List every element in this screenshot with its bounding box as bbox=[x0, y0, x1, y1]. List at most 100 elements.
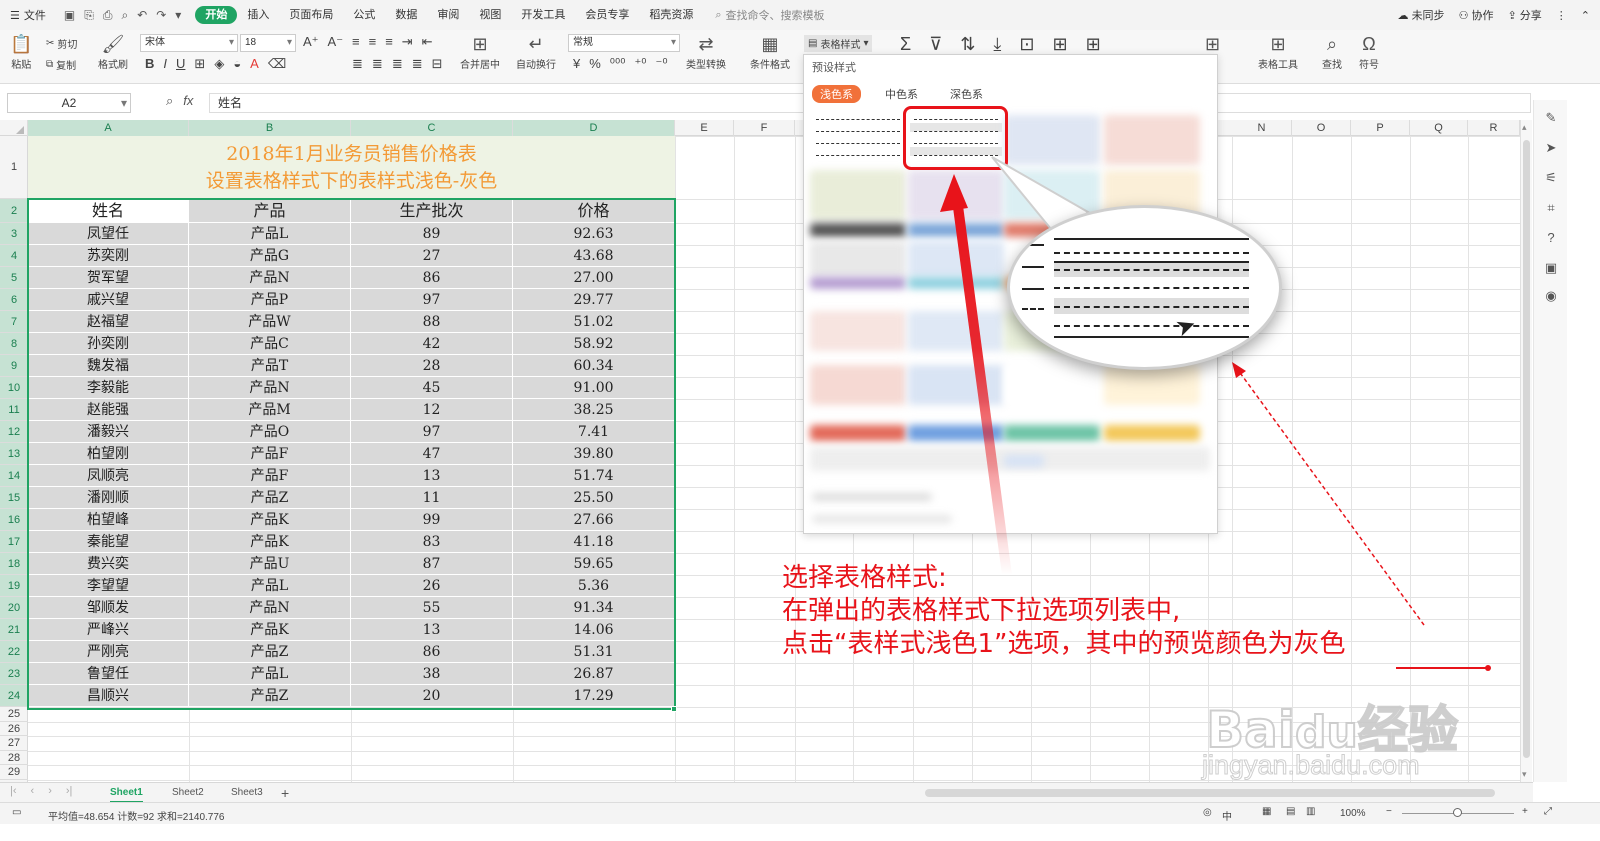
select-all-corner[interactable] bbox=[0, 120, 28, 136]
row-header[interactable]: 1 bbox=[0, 136, 28, 199]
tab-formulas[interactable]: 公式 bbox=[343, 0, 385, 30]
table-cell[interactable]: 戚兴望 bbox=[28, 289, 189, 311]
row-header[interactable]: 24 bbox=[0, 685, 28, 707]
number-format-select[interactable]: 常规 bbox=[568, 34, 680, 52]
column-header-d[interactable]: D bbox=[513, 120, 675, 136]
row-header[interactable]: 20 bbox=[0, 597, 28, 619]
row-header[interactable]: 8 bbox=[0, 333, 28, 355]
tab-review[interactable]: 审阅 bbox=[427, 0, 469, 30]
style-swatch-blurred[interactable] bbox=[908, 223, 1004, 237]
style-swatch-blurred[interactable] bbox=[1004, 115, 1100, 165]
style-swatch-none[interactable] bbox=[810, 111, 906, 163]
style-swatch-blurred[interactable] bbox=[812, 515, 952, 523]
style-swatch-blurred[interactable] bbox=[810, 425, 906, 441]
undo-icon[interactable]: ↶ bbox=[137, 8, 147, 23]
table-cell[interactable]: 产品G bbox=[189, 245, 351, 267]
table-cell[interactable]: 贺军望 bbox=[28, 267, 189, 289]
table-cell[interactable]: 产品M bbox=[189, 399, 351, 421]
style-swatch-blurred[interactable] bbox=[1004, 425, 1100, 441]
style-swatch-blurred[interactable] bbox=[810, 170, 906, 220]
table-cell[interactable]: 产品Z bbox=[189, 487, 351, 509]
align-middle-icon[interactable]: ≡ bbox=[369, 34, 377, 50]
table-cell[interactable]: 赵福望 bbox=[28, 311, 189, 333]
row-header[interactable]: 9 bbox=[0, 355, 28, 377]
column-header-c[interactable]: C bbox=[351, 120, 513, 136]
table-cell[interactable]: 51.74 bbox=[513, 465, 675, 487]
table-cell[interactable]: 产品L bbox=[189, 575, 351, 597]
shading-icon[interactable]: ◒ bbox=[233, 56, 241, 72]
zoom-icon[interactable]: ⌕ bbox=[166, 93, 173, 109]
sync-button[interactable]: ☁ 未同步 bbox=[1398, 7, 1445, 23]
horizontal-scroll-thumb[interactable] bbox=[925, 789, 1495, 797]
table-cell[interactable]: 12 bbox=[351, 399, 513, 421]
style-swatch-blurred[interactable] bbox=[908, 277, 1004, 289]
share-button[interactable]: ⇪ 分享 bbox=[1508, 7, 1542, 23]
style-swatch-blurred[interactable] bbox=[908, 311, 1004, 351]
row-header[interactable]: 17 bbox=[0, 531, 28, 553]
table-cell[interactable]: 86 bbox=[351, 267, 513, 289]
scroll-up-icon[interactable]: ▴ bbox=[1522, 122, 1527, 133]
table-cell[interactable]: 91.34 bbox=[513, 597, 675, 619]
column-header-f[interactable]: F bbox=[734, 120, 795, 136]
justify-icon[interactable]: ≣ bbox=[412, 56, 423, 72]
table-cell[interactable]: 严刚亮 bbox=[28, 641, 189, 663]
fx-icon[interactable]: fx bbox=[183, 93, 193, 109]
table-cell[interactable]: 28 bbox=[351, 355, 513, 377]
table-cell[interactable]: 产品O bbox=[189, 421, 351, 443]
symbol-button[interactable]: Ω 符号 bbox=[1359, 32, 1379, 71]
table-cell[interactable]: 产品P bbox=[189, 289, 351, 311]
table-cell[interactable]: 昌顺兴 bbox=[28, 685, 189, 707]
row-header[interactable]: 13 bbox=[0, 443, 28, 465]
row-header[interactable]: 6 bbox=[0, 289, 28, 311]
style-swatch-blurred[interactable] bbox=[908, 170, 1004, 220]
eye-icon[interactable]: ◎ bbox=[1203, 807, 1212, 818]
table-cell[interactable]: 45 bbox=[351, 377, 513, 399]
add-sheet-icon[interactable]: + bbox=[281, 783, 289, 803]
row-header[interactable]: 22 bbox=[0, 641, 28, 663]
currency-icon[interactable]: ¥ bbox=[573, 56, 580, 72]
sheet-tab-sheet3[interactable]: Sheet3 bbox=[231, 783, 263, 803]
first-sheet-icon[interactable]: |‹ bbox=[10, 785, 17, 797]
row-header[interactable]: 4 bbox=[0, 245, 28, 267]
table-cell[interactable]: 邹顺发 bbox=[28, 597, 189, 619]
row-header[interactable]: 23 bbox=[0, 663, 28, 685]
input-language[interactable]: 中 bbox=[1222, 808, 1232, 823]
table-cell[interactable]: 柏望峰 bbox=[28, 509, 189, 531]
crop-icon[interactable]: ⌗ bbox=[1543, 200, 1559, 216]
row-header[interactable]: 12 bbox=[0, 421, 28, 443]
table-cell[interactable]: 产品W bbox=[189, 311, 351, 333]
table-cell[interactable]: 产品F bbox=[189, 465, 351, 487]
increase-font-icon[interactable]: A⁺ bbox=[303, 34, 319, 50]
row-header[interactable]: 3 bbox=[0, 223, 28, 245]
style-swatch-blurred[interactable] bbox=[812, 493, 932, 501]
column-header-a[interactable]: A bbox=[28, 120, 189, 136]
column-header-b[interactable]: B bbox=[189, 120, 351, 136]
style-swatch-blurred[interactable] bbox=[908, 365, 1004, 405]
table-cell[interactable]: 产品L bbox=[189, 223, 351, 245]
sheet-tab-sheet1[interactable]: Sheet1 bbox=[110, 783, 143, 803]
percent-icon[interactable]: % bbox=[589, 56, 601, 72]
normal-view-icon[interactable]: ▦ bbox=[1262, 806, 1271, 817]
tab-view[interactable]: 视图 bbox=[469, 0, 511, 30]
style-swatch-blurred[interactable] bbox=[810, 223, 906, 237]
fullscreen-icon[interactable]: ⤢ bbox=[1544, 806, 1552, 817]
redo-icon[interactable]: ↷ bbox=[156, 8, 166, 23]
table-cell[interactable]: 5.36 bbox=[513, 575, 675, 597]
more-icon[interactable]: ⋮ bbox=[1556, 9, 1567, 22]
column-header-o[interactable]: O bbox=[1292, 120, 1351, 136]
print-icon[interactable]: ⎙ bbox=[103, 8, 113, 23]
row-header[interactable]: 10 bbox=[0, 377, 28, 399]
sheet-title-cell[interactable]: 2018年1月业务员销售价格表 设置表格样式下的表样式浅色-灰色 bbox=[28, 136, 675, 199]
table-cell[interactable]: 38.25 bbox=[513, 399, 675, 421]
table-cell[interactable]: 费兴奕 bbox=[28, 553, 189, 575]
paste-button[interactable]: 📋 粘贴 bbox=[10, 32, 32, 71]
decrease-font-icon[interactable]: A⁻ bbox=[328, 34, 344, 50]
table-cell[interactable]: 91.00 bbox=[513, 377, 675, 399]
find-button[interactable]: ⌕ 查找 bbox=[1322, 32, 1342, 71]
table-cell[interactable]: 29.77 bbox=[513, 289, 675, 311]
sheet-tab-sheet2[interactable]: Sheet2 bbox=[172, 783, 204, 803]
sum-icon[interactable]: Σ bbox=[900, 34, 911, 55]
row-header[interactable]: 5 bbox=[0, 267, 28, 289]
style-swatch-blurred[interactable] bbox=[810, 365, 906, 405]
row-header[interactable]: 26 bbox=[0, 722, 28, 737]
